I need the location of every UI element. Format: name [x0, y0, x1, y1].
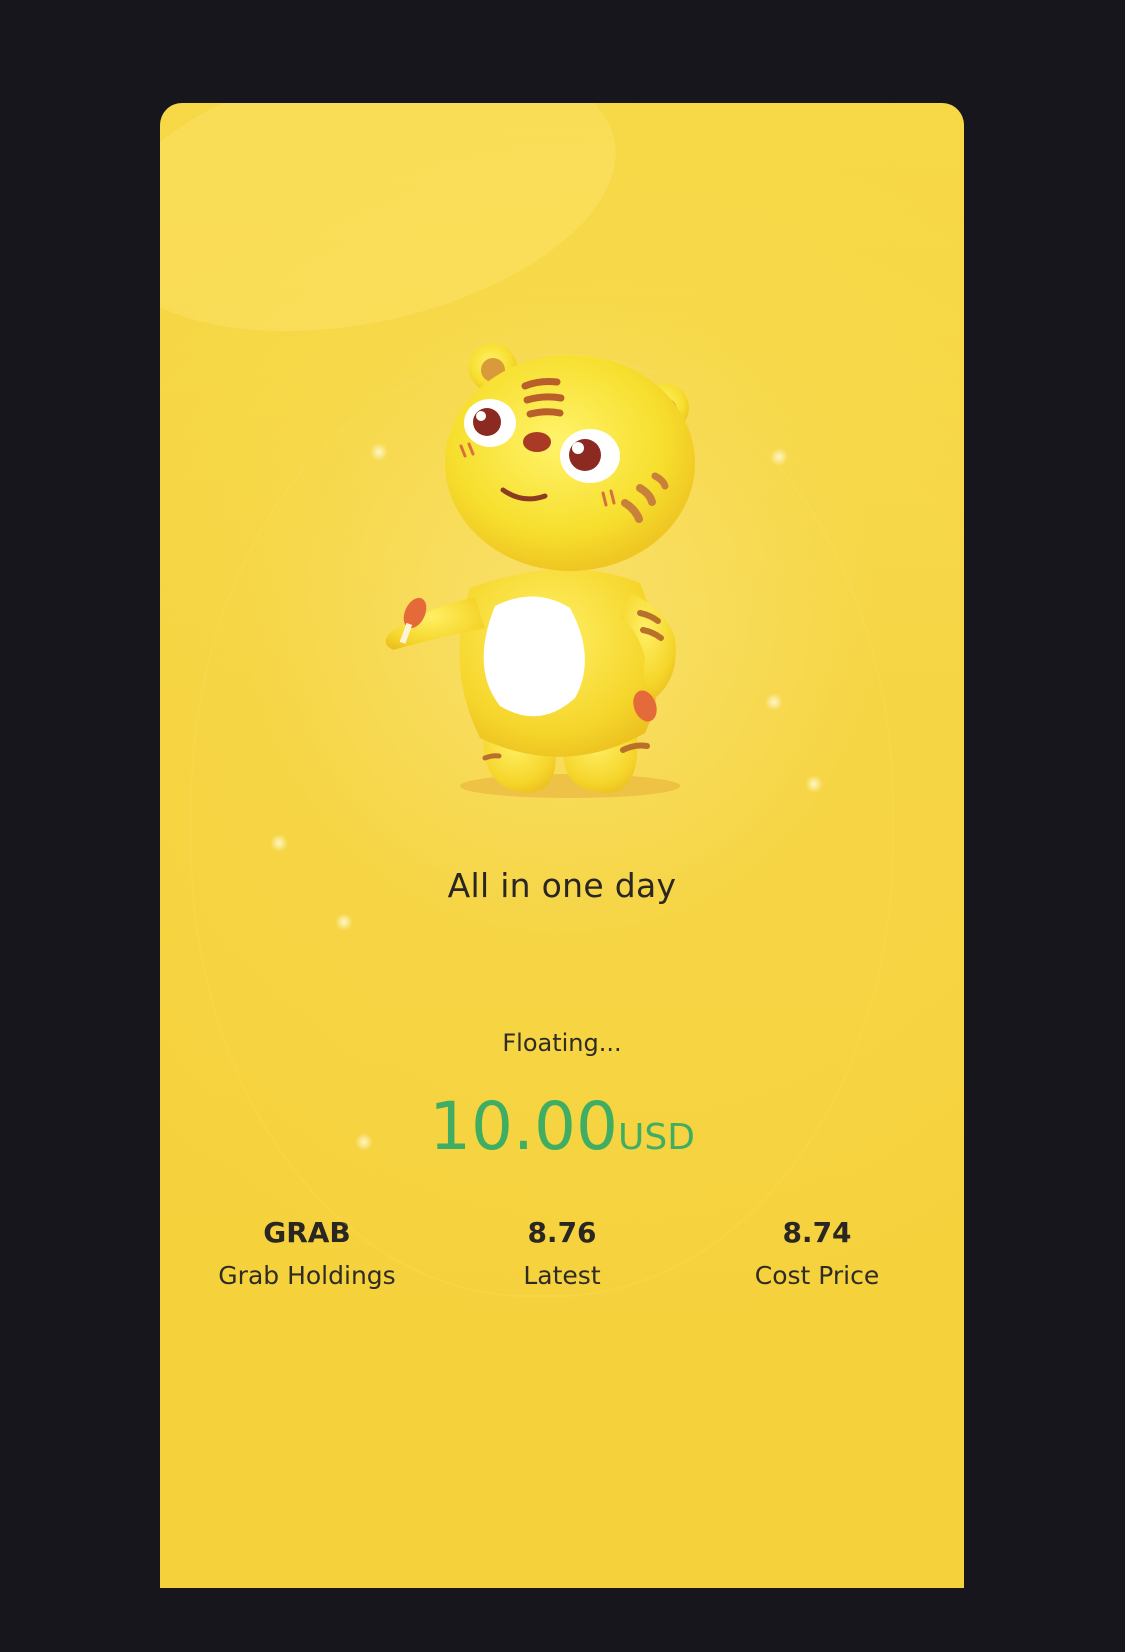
page-title: All in one day — [447, 866, 677, 905]
page-background: All in one day Floating... 10.00USD GRAB… — [0, 0, 1125, 1652]
stat-ticker: GRAB Grab Holdings — [177, 1213, 437, 1293]
floating-amount: 10.00USD — [160, 1088, 964, 1165]
sparkle-icon — [270, 834, 288, 852]
cost-price-value: 8.74 — [782, 1216, 852, 1249]
company-name: Grab Holdings — [218, 1261, 396, 1290]
amount-unit: USD — [618, 1117, 695, 1158]
stat-cost-price: 8.74 Cost Price — [687, 1213, 947, 1293]
stats-row: GRAB Grab Holdings 8.76 Latest 8.74 Cost… — [160, 1213, 964, 1323]
sparkle-icon — [765, 693, 783, 711]
stat-latest: 8.76 Latest — [432, 1213, 692, 1293]
floating-label: Floating... — [502, 1029, 622, 1057]
ticker-symbol: GRAB — [263, 1216, 351, 1249]
latest-price: 8.76 — [527, 1216, 597, 1249]
tiger-mascot-icon — [385, 344, 695, 798]
share-card: All in one day Floating... 10.00USD GRAB… — [160, 103, 964, 1588]
sparkle-icon — [370, 443, 388, 461]
sparkle-icon — [355, 1133, 373, 1151]
sparkle-icon — [805, 775, 823, 793]
cost-price-label: Cost Price — [754, 1261, 880, 1290]
sparkle-icon — [335, 913, 353, 931]
amount-value: 10.00 — [429, 1088, 619, 1165]
sparkle-icon — [770, 448, 788, 466]
latest-label: Latest — [523, 1261, 601, 1290]
